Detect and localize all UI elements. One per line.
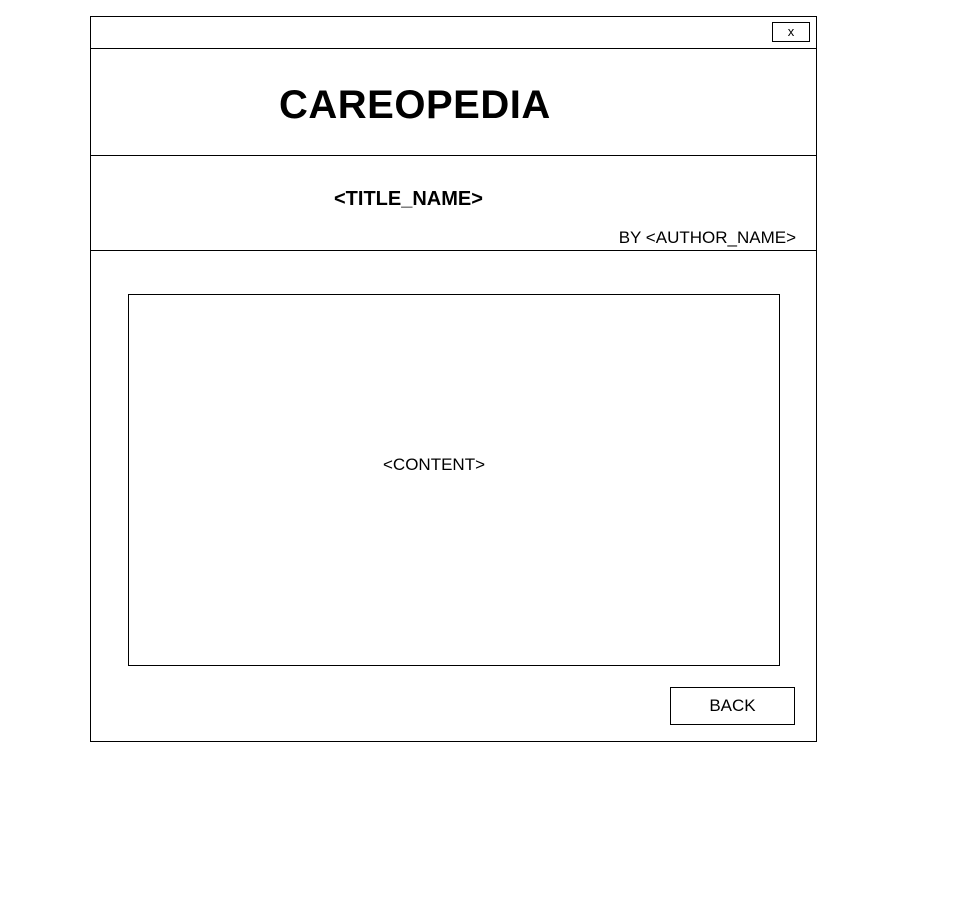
article-header: <TITLE_NAME> BY <AUTHOR_NAME> <box>91 156 816 251</box>
app-header: CAREOPEDIA <box>91 49 816 156</box>
close-button[interactable]: x <box>772 22 810 42</box>
back-button[interactable]: BACK <box>670 687 795 725</box>
article-author: BY <AUTHOR_NAME> <box>618 228 796 247</box>
app-title: CAREOPEDIA <box>279 83 551 127</box>
window-titlebar: x <box>91 17 816 49</box>
article-content-panel: <CONTENT> <box>128 294 780 666</box>
article-title: <TITLE_NAME> <box>334 188 483 210</box>
article-content: <CONTENT> <box>383 455 486 474</box>
article-window: x CAREOPEDIA <TITLE_NAME> BY <AUTHOR_NAM… <box>90 16 817 742</box>
